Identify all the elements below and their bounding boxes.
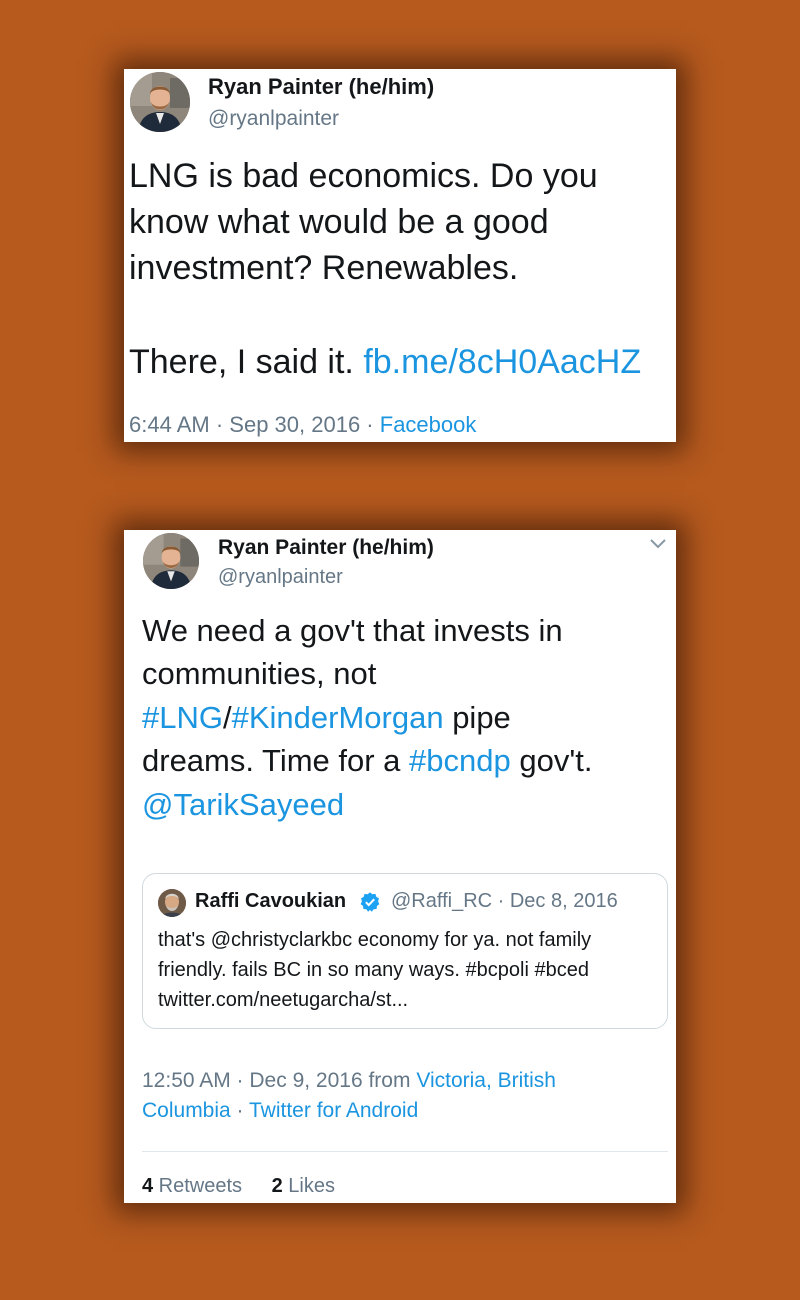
avatar-photo — [143, 533, 199, 589]
tweet-card-1: Ryan Painter (he/him) @ryanlpainter LNG … — [124, 69, 676, 442]
hashtag-lng[interactable]: #LNG — [142, 700, 223, 735]
quoted-tweet[interactable]: Raffi Cavoukian @Raffi_RC · Dec 8, 2016 … — [142, 873, 668, 1029]
tweet-meta: 12:50 AM · Dec 9, 2016 from Victoria, Br… — [142, 1069, 556, 1093]
tweet-meta: 6:44 AM · Sep 30, 2016 · Facebook — [129, 412, 476, 438]
meta-separator: · — [209, 412, 230, 437]
tweet-text-line: dreams. Time for a #bcndp gov't. — [142, 739, 593, 782]
tweet-text: dreams. Time for a — [142, 743, 410, 778]
likes-count: 2 — [271, 1175, 283, 1197]
tweet-card-2: Ryan Painter (he/him) @ryanlpainter We n… — [124, 530, 676, 1203]
tweet-time-date[interactable]: 12:50 AM · Dec 9, 2016 from — [142, 1069, 416, 1092]
quoted-text-line: friendly. fails BC in so many ways. #bcp… — [158, 959, 589, 981]
verified-badge-icon — [360, 892, 380, 912]
quoted-text-line: that's @christyclarkbc economy for ya. n… — [158, 929, 592, 951]
author-name[interactable]: Ryan Painter (he/him) — [218, 536, 434, 560]
tweet-text-line: We need a gov't that invests in — [142, 613, 563, 648]
author-name[interactable]: Ryan Painter (he/him) — [208, 74, 434, 100]
tweet-text: There, I said it. — [129, 343, 364, 381]
avatar-photo — [158, 889, 186, 917]
tweet-text-line: @TarikSayeed — [142, 783, 344, 826]
tweet-link[interactable]: fb.me/8cH0AacHZ — [363, 343, 641, 381]
retweets-label: Retweets — [153, 1175, 243, 1197]
retweets-stat[interactable]: 4 Retweets — [142, 1175, 242, 1197]
tweet-text-line: LNG is bad economics. Do you — [129, 157, 598, 195]
tweet-text-line: know what would be a good — [129, 203, 549, 241]
meta-separator: · — [360, 412, 380, 437]
likes-label: Likes — [282, 1175, 335, 1197]
mention-link[interactable]: @TarikSayeed — [142, 787, 344, 822]
chevron-down-icon[interactable] — [648, 536, 668, 552]
avatar[interactable] — [143, 533, 199, 589]
tweet-text: gov't. — [510, 743, 593, 778]
divider — [142, 1151, 668, 1152]
tweet-source[interactable]: Twitter for Android — [249, 1099, 418, 1122]
meta-separator: · — [230, 1099, 250, 1122]
tweet-text: / — [222, 700, 232, 735]
tweet-text-line: communities, not — [142, 656, 377, 691]
quoted-author-name[interactable]: Raffi Cavoukian — [195, 890, 346, 913]
quoted-handle-date[interactable]: @Raffi_RC · Dec 8, 2016 — [391, 890, 618, 913]
tweet-text-line: #LNG/#KinderMorgan pipe — [142, 696, 511, 739]
quoted-text-line: twitter.com/neetugarcha/st... — [158, 989, 409, 1011]
tweet-stats: 4 Retweets 2 Likes — [142, 1175, 359, 1198]
avatar-photo — [130, 72, 190, 132]
hashtag-bcndp[interactable]: #bcndp — [409, 743, 511, 778]
avatar[interactable] — [130, 72, 190, 132]
author-handle[interactable]: @ryanlpainter — [208, 107, 339, 131]
tweet-text-line: There, I said it. fb.me/8cH0AacHZ — [129, 339, 641, 385]
tweet-meta: Columbia · Twitter for Android — [142, 1099, 418, 1123]
tweet-text: pipe — [443, 700, 511, 735]
tweet-source[interactable]: Facebook — [380, 412, 477, 437]
tweet-text-line: investment? Renewables. — [129, 249, 519, 287]
likes-stat[interactable]: 2 Likes — [272, 1175, 335, 1197]
tweet-date[interactable]: Sep 30, 2016 — [229, 412, 360, 437]
hashtag-kindermorgan[interactable]: #KinderMorgan — [232, 700, 444, 735]
tweet-time[interactable]: 6:44 AM — [129, 412, 210, 437]
tweet-location[interactable]: Victoria, British — [416, 1069, 556, 1092]
avatar[interactable] — [158, 889, 186, 917]
tweet-location[interactable]: Columbia — [142, 1099, 231, 1122]
retweets-count: 4 — [142, 1175, 154, 1197]
author-handle[interactable]: @ryanlpainter — [218, 566, 343, 589]
